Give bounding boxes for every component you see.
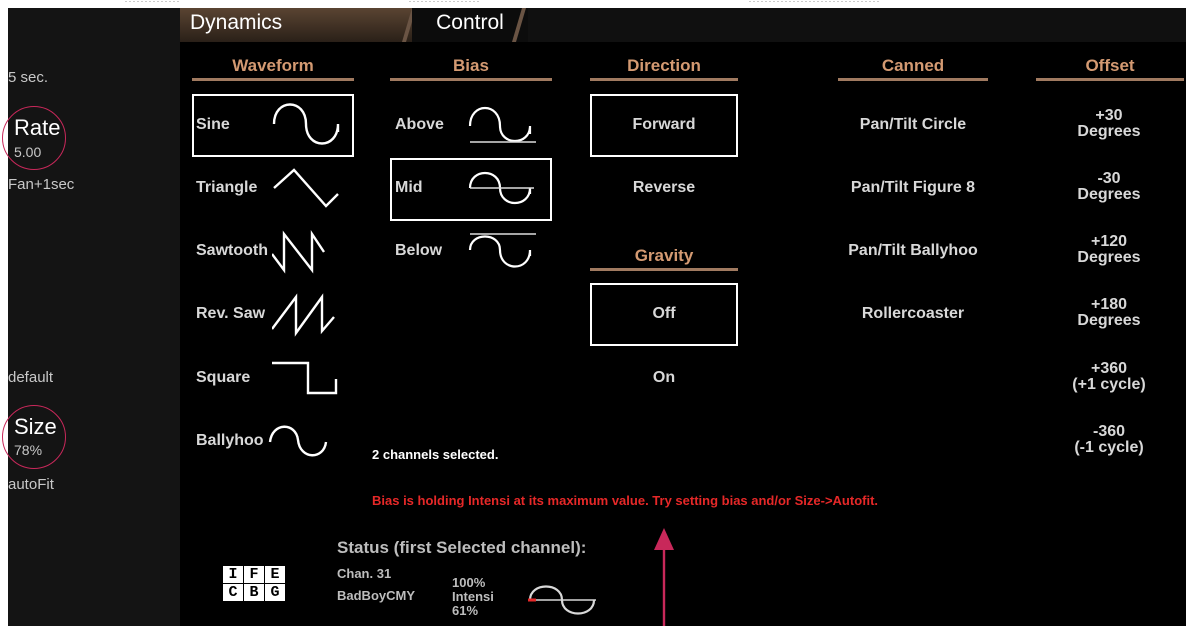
offset-unit: (-1 cycle): [1074, 439, 1144, 456]
waveform-ballyhoo[interactable]: Ballyhoo: [196, 432, 264, 450]
ballyhoo-wave-icon[interactable]: [268, 418, 338, 464]
size-default[interactable]: default: [8, 369, 53, 386]
offset-value: +180: [1090, 296, 1128, 313]
bias-below[interactable]: Below: [395, 242, 442, 260]
duration-value[interactable]: 5 sec.: [8, 69, 48, 86]
status-level: 61%: [452, 603, 479, 618]
sine-wave-icon[interactable]: [272, 102, 342, 148]
square-wave-icon[interactable]: [272, 359, 342, 399]
header-canned: Canned: [838, 56, 988, 81]
tab-control[interactable]: Control: [412, 8, 528, 42]
offset-value: -360: [1092, 423, 1126, 440]
canned-pan-tilt-figure-8[interactable]: Pan/Tilt Figure 8: [818, 179, 1008, 197]
fan-value[interactable]: Fan+1sec: [8, 176, 74, 193]
bias-above-icon[interactable]: [468, 102, 538, 148]
gravity-off[interactable]: Off: [590, 305, 738, 323]
direction-forward[interactable]: Forward: [590, 116, 738, 134]
bias-mid-icon[interactable]: [468, 166, 538, 212]
waveform-rev-saw[interactable]: Rev. Saw: [196, 305, 265, 323]
bias-below-icon[interactable]: [468, 226, 538, 272]
annotation-arrow-icon: [654, 528, 674, 626]
direction-reverse[interactable]: Reverse: [590, 179, 738, 197]
grid-cell: F: [243, 565, 265, 584]
dynamics-panel: Dynamics Control Waveform Bias Direction…: [180, 8, 1186, 626]
header-bias: Bias: [390, 56, 552, 81]
offset-minus-30[interactable]: -30 Degrees: [1048, 171, 1170, 203]
offset-minus-360[interactable]: -360 (-1 cycle): [1048, 424, 1170, 456]
canned-pan-tilt-ballyhoo[interactable]: Pan/Tilt Ballyhoo: [818, 242, 1008, 260]
tab-bar: Dynamics Control: [180, 8, 1186, 42]
status-fixture: BadBoyCMY: [337, 588, 416, 603]
status-percent: 100%: [452, 575, 486, 590]
offset-value: +120: [1090, 233, 1128, 250]
status-intensity: 100% Intensi 61%: [452, 576, 494, 618]
tab-separator-icon: [512, 8, 526, 42]
rate-annotation-circle: [2, 106, 66, 170]
header-gravity: Gravity: [590, 246, 738, 271]
bias-above[interactable]: Above: [395, 116, 444, 134]
waveform-sine[interactable]: Sine: [196, 116, 230, 134]
status-channel: Chan. 31: [337, 566, 392, 581]
offset-unit: Degrees: [1077, 123, 1141, 140]
offset-value: +30: [1095, 107, 1123, 124]
status-waveform-icon: [524, 580, 600, 620]
grid-cell: B: [243, 583, 265, 602]
ife-cbg-grid: I F E C B G: [222, 565, 286, 602]
offset-unit: Degrees: [1077, 186, 1141, 203]
header-direction: Direction: [590, 56, 738, 81]
bias-mid[interactable]: Mid: [395, 179, 423, 197]
offset-plus-360[interactable]: +360 (+1 cycle): [1048, 361, 1170, 393]
offset-unit: Degrees: [1077, 249, 1141, 266]
grid-cell: I: [222, 565, 244, 584]
gravity-on[interactable]: On: [590, 369, 738, 387]
offset-value: +360: [1090, 360, 1128, 377]
canned-pan-tilt-circle[interactable]: Pan/Tilt Circle: [818, 116, 1008, 134]
grid-cell: G: [264, 583, 286, 602]
triangle-wave-icon[interactable]: [272, 168, 342, 210]
status-param: Intensi: [452, 589, 494, 604]
offset-plus-180[interactable]: +180 Degrees: [1048, 297, 1170, 329]
offset-plus-30[interactable]: +30 Degrees: [1048, 108, 1170, 140]
sidebar: 5 sec. Rate 5.00 Fan+1sec default Size 7…: [2, 8, 180, 626]
offset-unit: (+1 cycle): [1072, 376, 1146, 393]
grid-cell: C: [222, 583, 244, 602]
grid-cell: E: [264, 565, 286, 584]
offset-unit: Degrees: [1077, 312, 1141, 329]
header-offset: Offset: [1036, 56, 1184, 81]
bias-warning-message: Bias is holding Intensi at its maximum v…: [372, 493, 879, 508]
selection-message: 2 channels selected.: [372, 447, 499, 462]
header-waveform: Waveform: [192, 56, 354, 81]
waveform-sawtooth[interactable]: Sawtooth: [196, 242, 268, 260]
size-annotation-circle: [2, 405, 66, 469]
tab-dynamics[interactable]: Dynamics: [180, 8, 412, 42]
offset-value: -30: [1097, 170, 1121, 187]
canned-rollercoaster[interactable]: Rollercoaster: [818, 305, 1008, 323]
offset-plus-120[interactable]: +120 Degrees: [1048, 234, 1170, 266]
sawtooth-wave-icon[interactable]: [272, 230, 342, 274]
status-title: Status (first Selected channel):: [337, 538, 587, 557]
waveform-triangle[interactable]: Triangle: [196, 179, 257, 197]
reverse-sawtooth-wave-icon[interactable]: [272, 293, 342, 337]
waveform-square[interactable]: Square: [196, 369, 250, 387]
autofit-value[interactable]: autoFit: [8, 476, 54, 493]
